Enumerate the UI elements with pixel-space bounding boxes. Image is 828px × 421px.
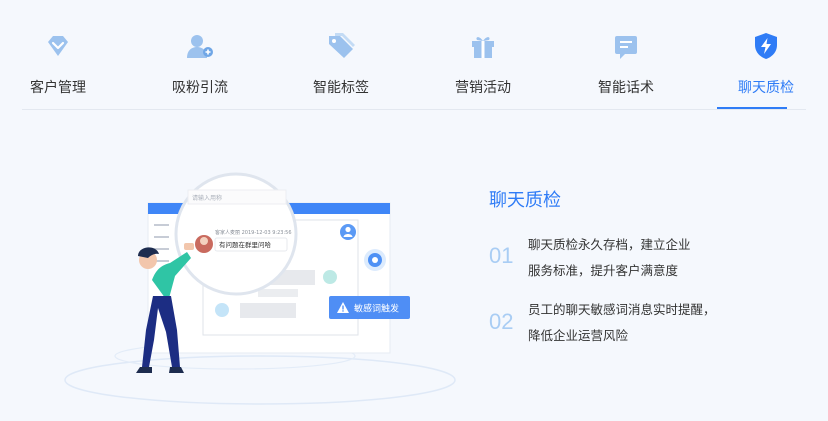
tab-label: 营销活动 xyxy=(455,80,511,96)
tab-fan-attraction[interactable]: 吸粉引流 xyxy=(140,0,260,110)
message-text: 有问题在群里问哈 xyxy=(219,240,272,249)
feature-line: 服务标准，提升客户满意度 xyxy=(528,263,679,278)
shield-bolt-icon xyxy=(755,33,777,59)
magnified-search-placeholder: 请输入用称 xyxy=(192,194,222,202)
tab-label: 智能标签 xyxy=(313,80,369,96)
diamond-icon xyxy=(48,36,68,56)
chat-inspection-illustration: 敏感词触发 请输入用称 客家人麦丽 2019-12-03 9:23:56 有问题… xyxy=(64,172,456,405)
message-meta: 客家人麦丽 2019-12-03 9:23:56 xyxy=(215,229,292,236)
tab-label: 吸粉引流 xyxy=(172,80,228,96)
feature-tab-bar: 客户管理 吸粉引流 智能标签 营销活动 智能话术 聊天质检 xyxy=(0,0,828,110)
add-user-icon xyxy=(187,35,213,58)
feature-description: 员工的聊天敏感词消息实时提醒， 降低企业运营风险 xyxy=(528,297,718,349)
tab-label: 客户管理 xyxy=(30,80,86,96)
section-title: 聊天质检 xyxy=(489,190,561,211)
feature-description: 聊天质检永久存档，建立企业 服务标准，提升客户满意度 xyxy=(528,232,718,284)
feature-number: 01 xyxy=(489,243,514,268)
feature-line: 员工的聊天敏感词消息实时提醒， xyxy=(528,302,716,317)
tags-icon xyxy=(329,33,355,58)
tab-smart-scripts[interactable]: 智能话术 xyxy=(566,0,686,110)
chat-script-icon xyxy=(615,36,637,59)
tab-smart-tags[interactable]: 智能标签 xyxy=(281,0,401,110)
alert-label: 敏感词触发 xyxy=(354,303,399,315)
tab-divider xyxy=(22,109,806,110)
feature-line: 聊天质检永久存档，建立企业 xyxy=(528,237,691,252)
tab-customer-management[interactable]: 客户管理 xyxy=(0,0,118,110)
feature-line: 降低企业运营风险 xyxy=(528,328,629,343)
tab-label: 聊天质检 xyxy=(738,80,794,96)
tab-chat-quality-inspection[interactable]: 聊天质检 xyxy=(706,0,826,110)
gift-icon xyxy=(472,37,494,58)
tab-label: 智能话术 xyxy=(598,80,654,96)
feature-number: 02 xyxy=(489,309,514,334)
tab-marketing-activities[interactable]: 营销活动 xyxy=(423,0,543,110)
